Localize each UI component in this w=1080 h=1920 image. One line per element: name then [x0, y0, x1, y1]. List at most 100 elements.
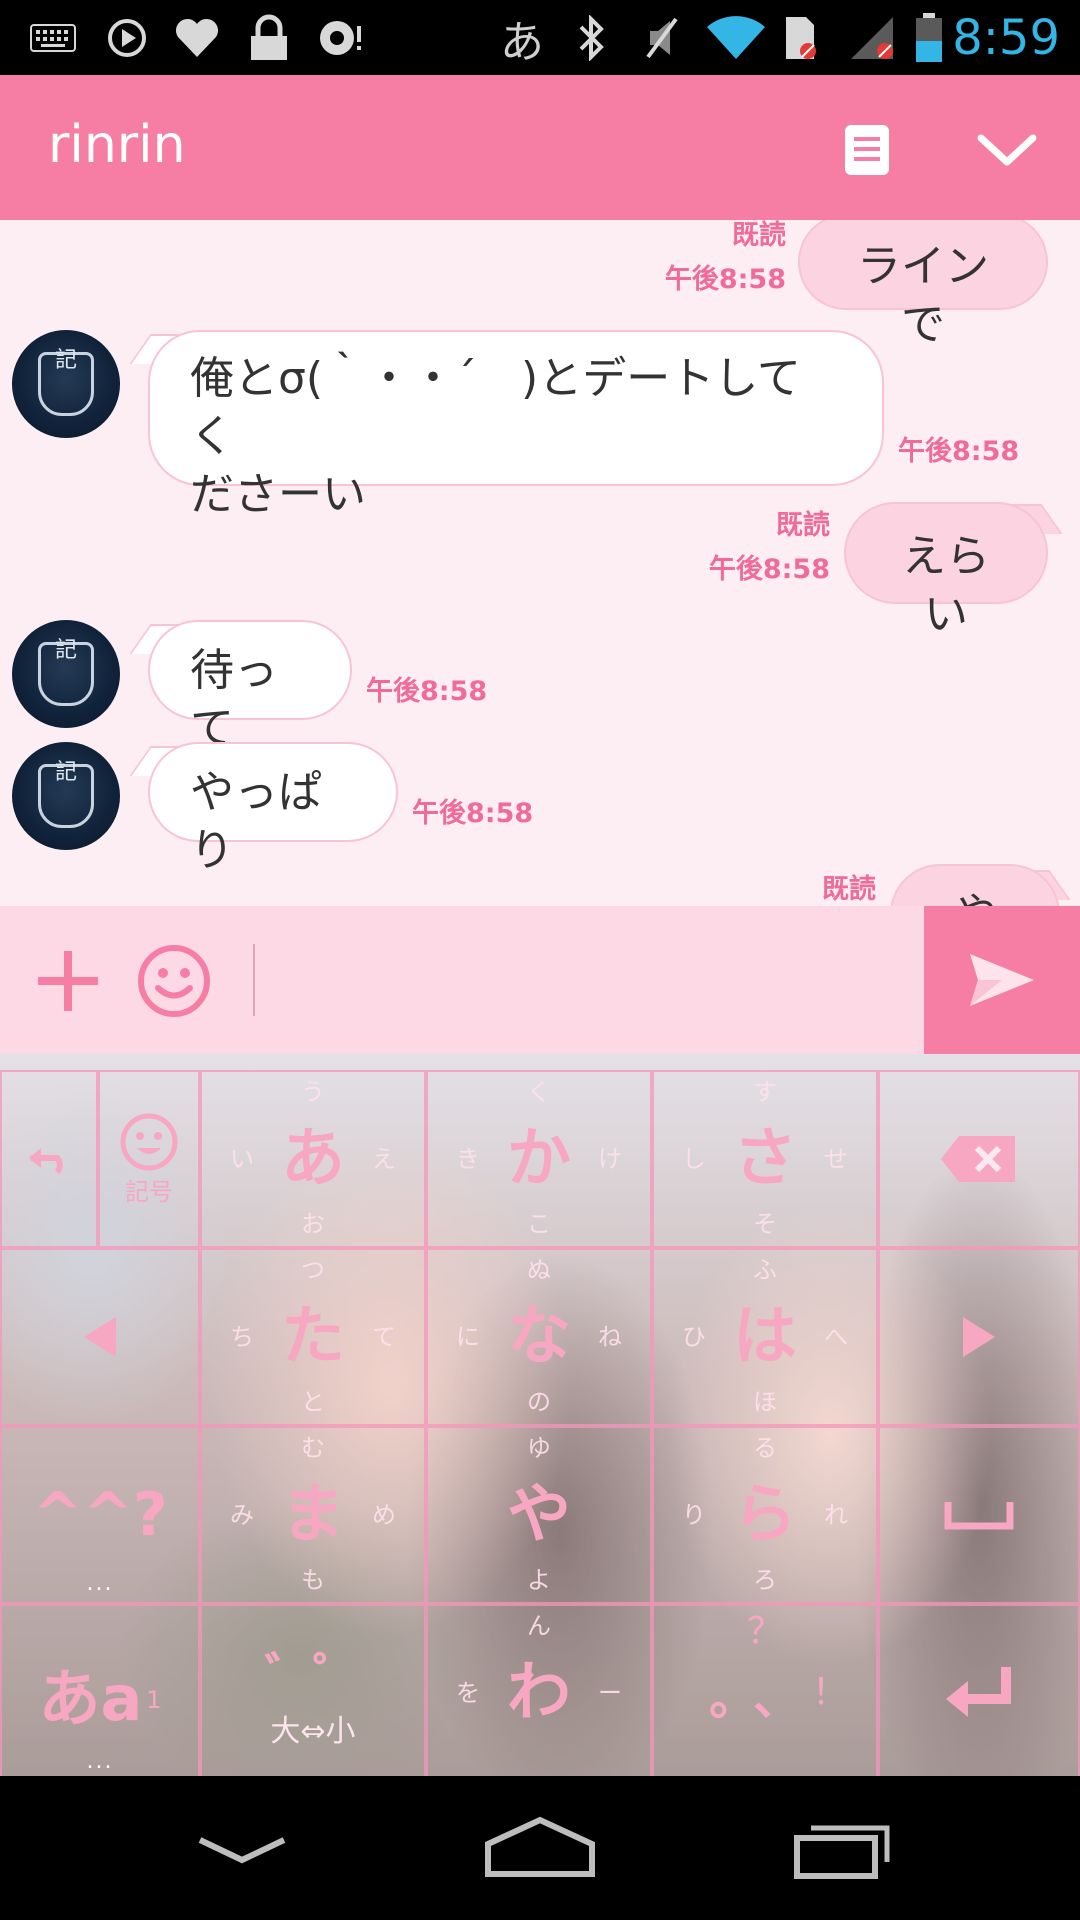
input-mode-indicator: あ — [500, 17, 544, 68]
key-main-label: か — [507, 1122, 571, 1196]
emoji-button[interactable] — [134, 941, 214, 1021]
back-button[interactable] — [182, 1806, 302, 1890]
flick-left: み — [230, 1501, 254, 1529]
key-ya[interactable]: や ゆ よ — [426, 1426, 652, 1604]
flick-left: ひ — [682, 1323, 706, 1351]
note-button[interactable] — [832, 115, 902, 185]
status-bar: あ 8:59 — [0, 0, 1080, 75]
dakuten-label: ゛゜ — [264, 1648, 361, 1704]
plus-icon — [38, 951, 98, 1011]
recents-button[interactable] — [786, 1806, 906, 1890]
key-ha[interactable]: は ふ ひ へ ほ — [652, 1248, 878, 1426]
flick-up: む — [301, 1434, 325, 1462]
key-sa[interactable]: さ す し せ そ — [652, 1070, 878, 1248]
flick-left: し — [682, 1145, 706, 1173]
key-main-label: さ — [733, 1122, 797, 1196]
message-bubble-outgoing[interactable]: ラインで — [798, 220, 1048, 350]
symbol-key-label: 記号 — [125, 1177, 173, 1206]
collapse-button[interactable] — [972, 115, 1042, 185]
input-cursor — [253, 944, 255, 1016]
avatar[interactable]: 記 — [12, 742, 120, 850]
flick-down: よ — [527, 1566, 551, 1594]
read-receipt: 既読 — [732, 220, 786, 251]
emoticon-key[interactable]: ^^? ... — [0, 1426, 200, 1604]
emoticon-key-label: ^^? — [32, 1480, 168, 1550]
battery-icon — [912, 12, 946, 64]
flick-down: ほ — [753, 1388, 777, 1416]
key-ma[interactable]: ま む み め も — [200, 1426, 426, 1604]
message-time: 午後8:58 — [898, 436, 1020, 467]
message-bubble-incoming[interactable]: 俺とσ(｀・・´ )とデートしてく ださーい — [148, 330, 884, 520]
flick-left: ち — [230, 1323, 254, 1351]
key-ta[interactable]: た つ ち て と — [200, 1248, 426, 1426]
bluetooth-icon — [574, 12, 610, 64]
flick-right: せ — [824, 1145, 848, 1173]
message-bubble-outgoing[interactable]: やだ — [890, 864, 1060, 906]
arrow-left-icon — [84, 1317, 116, 1357]
send-button[interactable] — [924, 906, 1080, 1054]
symbol-key[interactable]: 記号 — [98, 1070, 200, 1248]
flick-up: う — [301, 1078, 325, 1106]
smiley-icon — [120, 1113, 178, 1170]
message-bubble-incoming[interactable]: やっぱり — [148, 742, 398, 876]
avatar[interactable]: 記 — [12, 620, 120, 728]
flick-down: こ — [527, 1210, 551, 1238]
key-main-label: ら — [733, 1478, 797, 1552]
cursor-right-key[interactable] — [878, 1248, 1080, 1426]
flick-right: ！ — [811, 1672, 848, 1713]
flick-keyboard: 記号 ^^? ... あa 1 ... あ う い え お か く き け こ … — [0, 1054, 1080, 1776]
key-a[interactable]: あ う い え お — [200, 1070, 426, 1248]
home-button[interactable] — [480, 1806, 600, 1890]
flick-right: ー — [598, 1679, 622, 1707]
chevron-down-icon — [977, 134, 1037, 166]
flick-left: い — [230, 1145, 254, 1173]
key-ka[interactable]: か く き け こ — [426, 1070, 652, 1248]
flick-up: ？ — [746, 1611, 784, 1652]
space-key[interactable] — [878, 1426, 1080, 1604]
flick-up: ふ — [753, 1256, 777, 1284]
undo-icon — [29, 1148, 63, 1174]
flick-left: り — [682, 1501, 706, 1529]
back-icon — [198, 1837, 286, 1864]
flick-left: き — [456, 1145, 480, 1173]
message-time: 午後8:58 — [412, 798, 534, 829]
flick-up: ゆ — [527, 1434, 551, 1462]
wifi-icon — [704, 12, 768, 64]
dakuten-key[interactable]: ゛゜ 大⇔小 — [200, 1604, 426, 1776]
undo-key[interactable] — [0, 1070, 98, 1248]
more-dots: ... — [86, 1571, 114, 1596]
message-input[interactable] — [262, 936, 902, 1024]
message-bubble-incoming[interactable]: 待って — [148, 620, 352, 754]
cursor-left-key[interactable] — [0, 1248, 200, 1426]
read-receipt: 既読 — [822, 874, 876, 905]
flick-down: の — [527, 1388, 551, 1416]
flick-right: へ — [824, 1323, 848, 1351]
message-list[interactable]: 既読 午後8:58 ラインで 記 俺とσ(｀・・´ )とデートしてく ださーい … — [0, 220, 1080, 906]
message-time: 午後8:58 — [708, 554, 830, 585]
enter-key[interactable] — [878, 1604, 1080, 1776]
lock-icon — [246, 12, 292, 64]
input-mode-key[interactable]: あa 1 ... — [0, 1604, 200, 1776]
avatar[interactable]: 記 — [12, 330, 120, 438]
backspace-key[interactable] — [878, 1070, 1080, 1248]
flick-up: ぬ — [527, 1256, 551, 1284]
message-time: 午後8:58 — [664, 264, 786, 295]
flick-right: え — [372, 1145, 396, 1173]
read-receipt: 既読 — [776, 510, 830, 541]
message-bubble-outgoing[interactable]: えらい — [844, 502, 1048, 640]
size-toggle-label: 大⇔小 — [270, 1714, 356, 1749]
attach-button[interactable] — [28, 941, 108, 1021]
flick-right: け — [598, 1145, 622, 1173]
key-ra[interactable]: ら る り れ ろ — [652, 1426, 878, 1604]
flick-left: を — [456, 1679, 480, 1707]
sd-card-icon — [780, 12, 820, 64]
key-main-label: た — [281, 1300, 345, 1374]
punctuation-key[interactable]: 。、 ？ ！ — [652, 1604, 878, 1776]
message-text-line-1: 俺とσ(｀・・´ )とデートしてく — [190, 353, 801, 462]
sync-icon — [316, 12, 368, 64]
smiley-icon — [138, 945, 210, 1017]
key-na[interactable]: な ぬ に ね の — [426, 1248, 652, 1426]
key-main-label: ま — [281, 1478, 345, 1552]
key-wa[interactable]: わ ん を ー — [426, 1604, 652, 1776]
mute-icon — [640, 12, 684, 64]
